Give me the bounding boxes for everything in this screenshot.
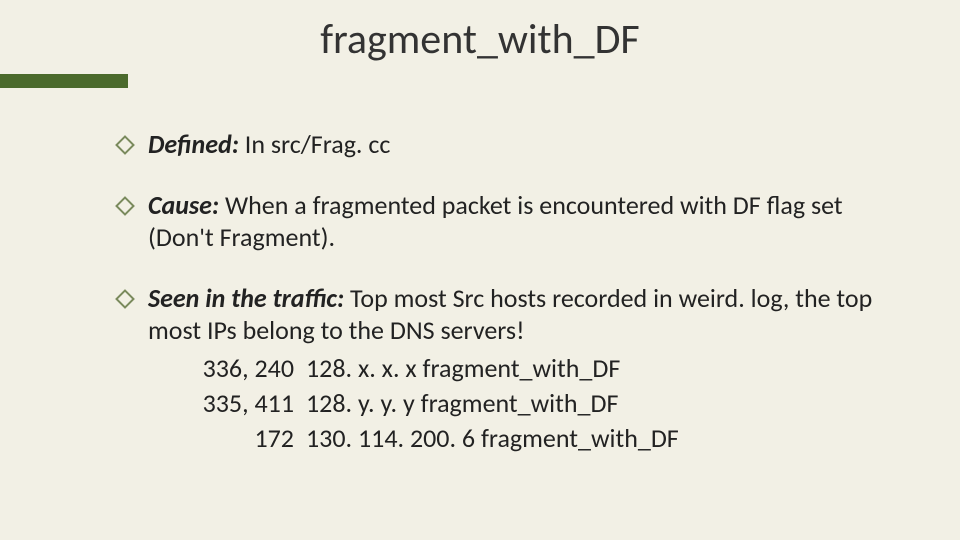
diamond-bullet-icon [115, 135, 135, 155]
bullet-label: Defined: [148, 128, 239, 160]
bullet-body: Cause: When a fragmented packet is encou… [148, 189, 900, 254]
bullet-cause: Cause: When a fragmented packet is encou… [118, 189, 900, 254]
bullet-defined: Defined: In src/Frag. cc [118, 128, 900, 161]
traffic-event: fragment_with_DF [481, 422, 679, 454]
bullet-text: In src/Frag. cc [239, 128, 390, 160]
traffic-info: 128. y. y. y fragment_with_DF [306, 386, 618, 421]
traffic-event: fragment_with_DF [421, 387, 619, 419]
bullet-traffic: Seen in the traffic: Top most Src hosts … [118, 282, 900, 456]
traffic-row: 336, 240 128. x. x. x fragment_with_DF [164, 351, 900, 386]
diamond-bullet-icon [115, 289, 135, 309]
bullet-text: When a fragmented packet is encountered … [148, 189, 843, 254]
traffic-row: 172 130. 114. 200. 6 fragment_with_DF [164, 421, 900, 456]
bullet-body: Defined: In src/Frag. cc [148, 128, 900, 161]
traffic-count: 336, 240 [164, 351, 306, 386]
traffic-row: 335, 411 128. y. y. y fragment_with_DF [164, 386, 900, 421]
traffic-table: 336, 240 128. x. x. x fragment_with_DF 3… [164, 351, 900, 456]
slide-content: Defined: In src/Frag. cc Cause: When a f… [118, 128, 900, 484]
accent-bar [0, 74, 128, 88]
bullet-label: Cause: [148, 189, 219, 221]
slide-title: fragment_with_DF [0, 14, 960, 65]
slide: fragment_with_DF Defined: In src/Frag. c… [0, 0, 960, 540]
traffic-ip: 128. x. x. x [306, 352, 417, 384]
traffic-info: 130. 114. 200. 6 fragment_with_DF [306, 421, 679, 456]
bullet-body: Seen in the traffic: Top most Src hosts … [148, 282, 900, 456]
traffic-info: 128. x. x. x fragment_with_DF [306, 351, 620, 386]
bullet-label: Seen in the traffic: [148, 282, 344, 314]
traffic-ip: 128. y. y. y [306, 387, 415, 419]
traffic-event: fragment_with_DF [423, 352, 621, 384]
traffic-ip: 130. 114. 200. 6 [306, 422, 475, 454]
traffic-count: 172 [164, 421, 306, 456]
diamond-bullet-icon [115, 196, 135, 216]
traffic-count: 335, 411 [164, 386, 306, 421]
